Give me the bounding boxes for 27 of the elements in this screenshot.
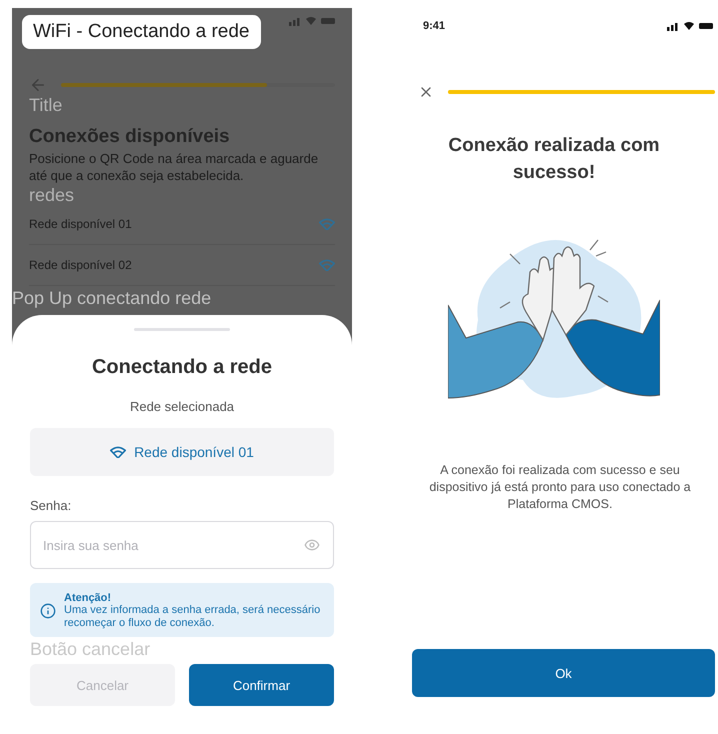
ok-button[interactable]: Ok <box>412 649 715 697</box>
annotation-label: redes <box>29 186 76 204</box>
selected-network-name: Rede disponível 01 <box>134 444 254 460</box>
wifi-icon <box>319 218 335 230</box>
password-field[interactable]: Insira sua senha <box>30 521 334 569</box>
sheet-subtitle: Rede selecionada <box>128 399 236 414</box>
section-heading: Conexões disponíveis <box>29 126 231 148</box>
alert-text: Uma vez informada a senha errada, será necessário recomeçar o fluxo de conexão. <box>64 604 322 630</box>
alert-title: Atenção! <box>64 592 112 604</box>
success-title: Conexão realizada com sucesso! <box>447 134 661 185</box>
wifi-icon <box>319 258 335 272</box>
sheet-title: Conectando a rede <box>90 356 274 379</box>
password-label: Senha: <box>30 498 72 513</box>
confirm-button[interactable]: Confirmar <box>189 664 334 706</box>
annotation-label: Title <box>29 96 64 114</box>
network-name: Rede disponível 02 <box>29 258 132 272</box>
eye-icon[interactable] <box>304 537 320 553</box>
status-time: 9:41 <box>423 20 446 32</box>
status-icons <box>667 21 713 31</box>
annotation-label: Pop Up conectando rede <box>12 289 212 307</box>
status-icons <box>289 16 335 26</box>
section-description: Posicione o QR Code na área marcada e aguarde até que a conexão seja estabelecida. <box>29 150 320 184</box>
frame-label: WiFi - Conectando a rede <box>22 15 260 49</box>
network-name: Rede disponível 01 <box>29 217 132 231</box>
wifi-icon <box>110 446 126 458</box>
success-message: A conexão foi realizada com sucesso e seu dispositivo já está pronto para uso conectado a Plataforma CMOS. <box>428 462 692 513</box>
info-icon <box>40 603 56 619</box>
